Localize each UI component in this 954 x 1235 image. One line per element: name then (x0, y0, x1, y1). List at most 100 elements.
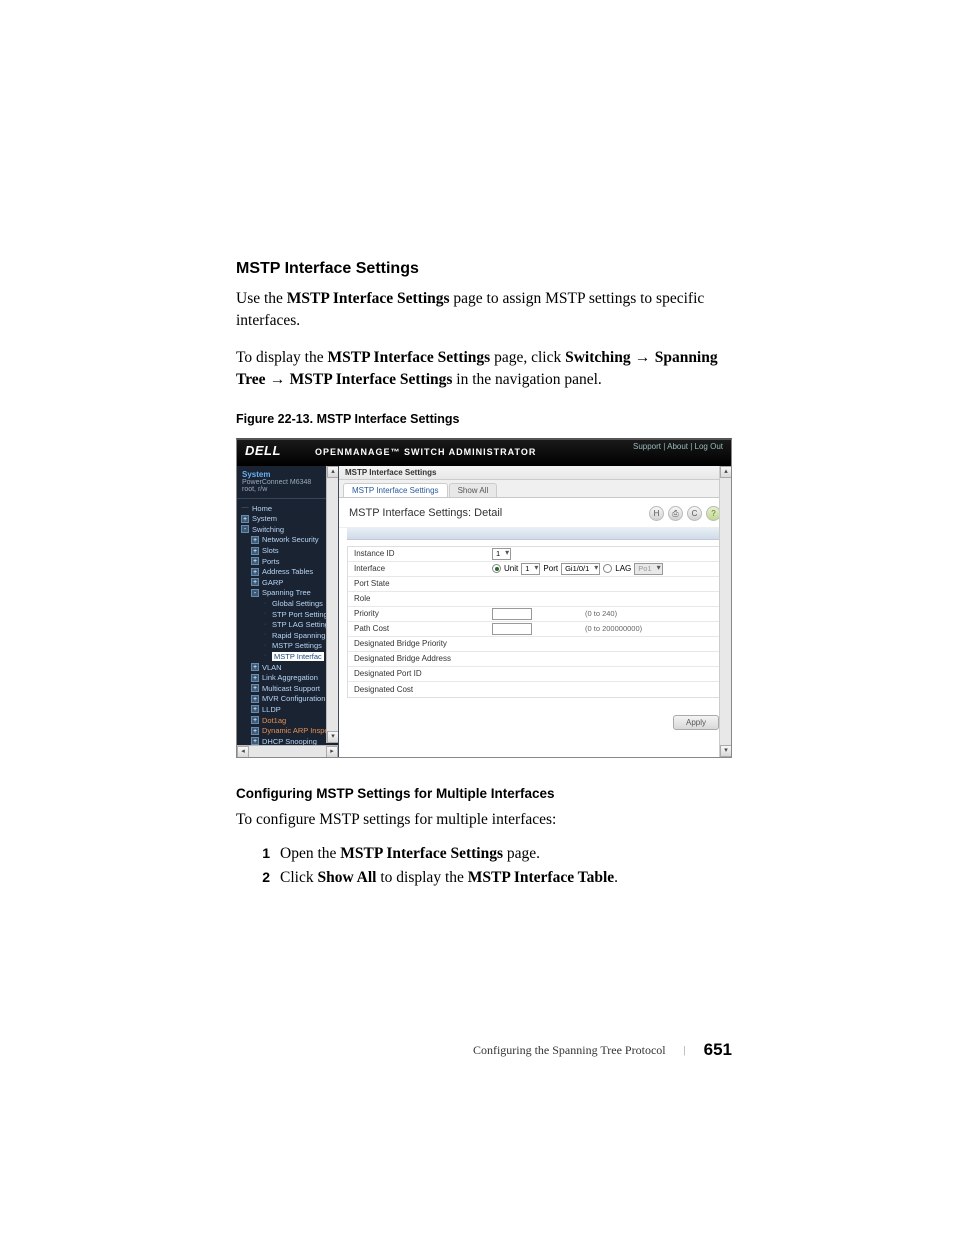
scroll-up-icon[interactable]: ▴ (720, 466, 732, 478)
tree-item[interactable]: Dot1ag (241, 715, 338, 726)
tree-item[interactable]: ·MSTP Interfac (241, 651, 338, 662)
form-control (488, 688, 722, 690)
tree-item[interactable]: Network Security (241, 535, 338, 546)
main-scrollbar[interactable]: ▴ ▾ (719, 466, 731, 757)
unit-select[interactable]: 1 (521, 563, 540, 575)
text-bold: MSTP Interface Table (468, 869, 614, 886)
tree-item[interactable]: Dynamic ARP Inspec (241, 725, 338, 736)
expand-icon[interactable] (251, 674, 259, 682)
collapse-icon[interactable] (241, 525, 249, 533)
expand-icon[interactable] (251, 557, 259, 565)
text-bold: MSTP Interface Settings (290, 371, 453, 388)
scroll-down-icon[interactable]: ▾ (327, 731, 339, 743)
port-label: Port (543, 564, 558, 573)
refresh-icon[interactable]: C (687, 506, 702, 521)
tree-item[interactable]: Spanning Tree (241, 588, 338, 599)
app-header: DELL OPENMANAGE™ SWITCH ADMINISTRATOR Su… (237, 440, 731, 466)
tab-mstp-settings[interactable]: MSTP Interface Settings (343, 483, 448, 497)
tree-label: GARP (262, 578, 283, 587)
form-control (488, 598, 722, 600)
expand-icon[interactable] (251, 547, 259, 555)
step-text: Click Show All to display the MSTP Inter… (280, 869, 618, 887)
tree-label: VLAN (262, 663, 282, 672)
instance-id-select[interactable]: 1 (492, 548, 511, 560)
tree-label: System (252, 514, 277, 523)
lag-label: LAG (615, 564, 631, 573)
tree-item[interactable]: Address Tables (241, 566, 338, 577)
tree-item[interactable]: VLAN (241, 662, 338, 673)
expand-icon[interactable] (251, 695, 259, 703)
tree-label: Home (252, 504, 272, 513)
form-label: Instance ID (348, 548, 488, 559)
port-select[interactable]: Gi1/0/1 (561, 563, 600, 575)
expand-icon[interactable] (251, 684, 259, 692)
top-links[interactable]: Support | About | Log Out (633, 442, 723, 451)
expand-icon[interactable] (251, 705, 259, 713)
form-label: Port State (348, 578, 488, 589)
unit-radio[interactable] (492, 564, 501, 573)
arrow-icon: → (631, 349, 655, 366)
scroll-right-icon[interactable]: ▸ (326, 746, 338, 757)
tree-item[interactable]: Link Aggregation (241, 672, 338, 683)
sidebar-scrollbar-h[interactable]: ◂ ▸ (237, 745, 338, 757)
tree-item[interactable]: ·Rapid Spanning (241, 630, 338, 641)
expand-icon[interactable] (251, 716, 259, 724)
print-icon[interactable]: ⎙ (668, 506, 683, 521)
app-title: OPENMANAGE™ SWITCH ADMINISTRATOR (315, 447, 536, 457)
scroll-down-icon[interactable]: ▾ (720, 745, 732, 757)
tree-item[interactable]: —Home (241, 503, 338, 514)
footer-separator: | (684, 1045, 686, 1056)
expand-icon[interactable] (251, 536, 259, 544)
expand-icon[interactable] (251, 568, 259, 576)
tree-item[interactable]: System (241, 513, 338, 524)
expand-icon[interactable] (251, 727, 259, 735)
apply-button[interactable]: Apply (673, 715, 719, 730)
form-row: Instance ID 1 (348, 547, 722, 562)
text-input[interactable] (492, 608, 532, 620)
tab-show-all[interactable]: Show All (449, 483, 498, 497)
tree-label: Spanning Tree (262, 588, 311, 597)
form-label: Designated Cost (348, 684, 488, 695)
model-label: PowerConnect M6348 (242, 479, 333, 486)
tree-label: Rapid Spanning (272, 631, 325, 640)
tree-label: Ports (262, 557, 280, 566)
tree-item[interactable]: Slots (241, 545, 338, 556)
text: To display the (236, 349, 327, 366)
tree-item[interactable]: ·Global Settings (241, 598, 338, 609)
footer-title: Configuring the Spanning Tree Protocol (473, 1043, 666, 1058)
dell-logo: DELL (245, 443, 281, 458)
tree-label: Network Security (262, 535, 319, 544)
lag-select: Po1 (634, 563, 662, 575)
tree-item[interactable]: ·MSTP Settings (241, 641, 338, 652)
tree-item[interactable]: Multicast Support (241, 683, 338, 694)
sidebar-scrollbar-v[interactable]: ▴ ▾ (326, 466, 338, 743)
collapse-icon[interactable] (251, 589, 259, 597)
tree-item[interactable]: ·STP Port Setting (241, 609, 338, 620)
unit-label: Unit (504, 564, 518, 573)
tree-item[interactable]: GARP (241, 577, 338, 588)
form-label: Role (348, 593, 488, 604)
form-row: Designated Port ID (348, 667, 722, 682)
sidebar-header: System PowerConnect M6348 root, r/w (237, 466, 338, 499)
section-bar (347, 528, 723, 540)
text: Open the (280, 845, 340, 862)
form-row: Designated Bridge Address (348, 652, 722, 667)
tree-item[interactable]: ·STP LAG Setting (241, 619, 338, 630)
scroll-up-icon[interactable]: ▴ (327, 466, 339, 478)
expand-icon[interactable] (251, 663, 259, 671)
form-label: Priority (348, 608, 488, 619)
text-input[interactable] (492, 623, 532, 635)
expand-icon[interactable] (241, 515, 249, 523)
sub-heading: Configuring MSTP Settings for Multiple I… (236, 786, 732, 801)
tree-label: MVR Configuration (262, 694, 325, 703)
tree-item[interactable]: Ports (241, 556, 338, 567)
tree-label: Link Aggregation (262, 673, 318, 682)
tree-item[interactable]: Switching (241, 524, 338, 535)
scroll-left-icon[interactable]: ◂ (237, 746, 249, 757)
expand-icon[interactable] (251, 578, 259, 586)
save-icon[interactable]: H (649, 506, 664, 521)
form-control: (0 to 240) (488, 607, 722, 621)
tree-item[interactable]: MVR Configuration (241, 694, 338, 705)
tree-item[interactable]: LLDP (241, 704, 338, 715)
lag-radio[interactable] (603, 564, 612, 573)
